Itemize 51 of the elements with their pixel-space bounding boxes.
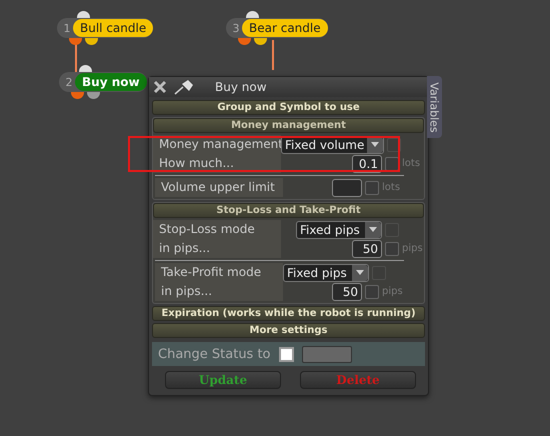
- number-field[interactable]: 50: [332, 282, 362, 300]
- unit-label: lots: [382, 182, 402, 193]
- checkbox[interactable]: [365, 284, 379, 298]
- field-label: in pips...: [155, 282, 283, 301]
- unit-label: pips: [382, 286, 402, 297]
- field-label: Take-Profit mode: [155, 263, 283, 282]
- dropdown[interactable]: Fixed pips: [283, 264, 369, 282]
- input-port[interactable]: [77, 11, 90, 18]
- field-label: Stop-Loss mode: [153, 220, 281, 239]
- number-field[interactable]: [332, 178, 362, 196]
- checkbox[interactable]: [385, 156, 399, 170]
- node[interactable]: 1 Bull candle: [57, 18, 154, 38]
- checkbox[interactable]: [385, 242, 399, 256]
- status-label: Change Status to: [158, 346, 271, 362]
- unit-label: lots: [402, 158, 422, 169]
- caret-icon: [356, 270, 364, 275]
- section-header[interactable]: Money management: [153, 118, 424, 133]
- number-field[interactable]: 50: [352, 240, 382, 258]
- field-label: Volume upper limit: [155, 178, 283, 197]
- section-header[interactable]: Expiration (works while the robot is running): [152, 306, 425, 321]
- dropdown[interactable]: Fixed pips: [296, 220, 382, 238]
- unit-label: pips: [402, 243, 422, 254]
- input-port[interactable]: [79, 65, 92, 72]
- close-icon[interactable]: [153, 80, 167, 94]
- section-header[interactable]: More settings: [152, 323, 425, 338]
- field-label: in pips...: [153, 239, 281, 258]
- dialog-title: Buy now: [215, 80, 267, 94]
- caret-icon: [369, 227, 377, 232]
- node-label: Bear candle: [242, 19, 328, 37]
- node-number: 2: [64, 76, 74, 88]
- node-label: Bull candle: [73, 19, 154, 37]
- update-button[interactable]: Update: [165, 371, 281, 389]
- checkbox[interactable]: [365, 180, 379, 194]
- output-port[interactable]: [69, 38, 82, 45]
- node-label: Buy now: [75, 73, 147, 91]
- section-header[interactable]: Stop-Loss and Take-Profit: [153, 203, 424, 218]
- output-port[interactable]: [254, 38, 267, 45]
- side-tab[interactable]: Variables: [427, 76, 442, 138]
- checkbox[interactable]: [278, 346, 294, 362]
- node[interactable]: 3 Bear candle: [226, 18, 328, 38]
- section-header[interactable]: Group and Symbol to use: [152, 100, 425, 115]
- input-port[interactable]: [246, 11, 259, 18]
- output-port[interactable]: [238, 38, 251, 45]
- node-number: 1: [62, 22, 72, 34]
- output-port[interactable]: [71, 92, 84, 99]
- node-number: 3: [232, 22, 240, 34]
- node[interactable]: 2 Buy now: [59, 72, 147, 92]
- color-swatch[interactable]: [302, 346, 352, 362]
- output-port[interactable]: [85, 38, 98, 45]
- output-port[interactable]: [87, 92, 100, 99]
- caret-icon: [371, 142, 380, 147]
